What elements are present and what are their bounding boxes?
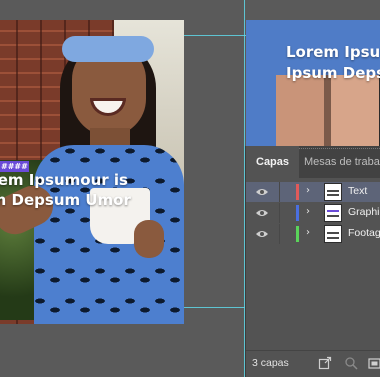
artboard-right[interactable]: Lorem Ipsu Ipsum Deps: [246, 20, 380, 150]
expand-chevron-icon[interactable]: ›: [306, 227, 310, 238]
layer-row-footage[interactable]: › Footag: [246, 224, 380, 244]
visibility-column: [246, 203, 280, 223]
tab-mesas-de-trabajo[interactable]: Mesas de traba: [304, 146, 380, 178]
headline-line-1: orem Ipsumour is: [0, 171, 128, 189]
eye-icon[interactable]: [256, 188, 268, 196]
layers-panel: Capas Mesas de traba › Text › Graphi › F…: [245, 146, 380, 377]
export-icon[interactable]: [318, 356, 332, 370]
eye-icon[interactable]: [256, 230, 268, 238]
artboard-left[interactable]: #### orem Ipsumour is um Depsum Umor: [0, 20, 184, 324]
visibility-column: [246, 182, 280, 202]
layer-thumbnail: [324, 183, 342, 201]
expand-chevron-icon[interactable]: ›: [306, 206, 310, 217]
search-icon[interactable]: [344, 356, 358, 370]
layer-name[interactable]: Footag: [348, 227, 380, 239]
headline-right-line-1: Lorem Ipsu: [286, 43, 380, 61]
layer-color-bar: [296, 205, 299, 221]
legs-photo: [276, 75, 380, 150]
visibility-column: [246, 224, 280, 244]
layer-row-text[interactable]: › Text: [246, 182, 380, 202]
eye-icon[interactable]: [256, 209, 268, 217]
layer-thumbnail: [324, 204, 342, 222]
headline-text-right[interactable]: Lorem Ipsu Ipsum Deps: [286, 42, 380, 84]
layer-color-bar: [296, 226, 299, 242]
headline-right-line-2: Ipsum Deps: [286, 64, 380, 82]
tab-capas[interactable]: Capas: [246, 146, 300, 178]
headline-text[interactable]: orem Ipsumour is um Depsum Umor: [0, 170, 131, 210]
layer-count: 3 capas: [252, 357, 289, 369]
layer-name[interactable]: Graphic: [348, 206, 380, 218]
expand-chevron-icon[interactable]: ›: [306, 185, 310, 196]
hand: [134, 220, 164, 258]
sleep-mask: [62, 36, 154, 62]
headline-line-2: um Depsum Umor: [0, 191, 131, 209]
layer-name[interactable]: Text: [348, 185, 367, 197]
layer-row-graphic[interactable]: › Graphic: [246, 203, 380, 223]
layers-list: › Text › Graphic: [246, 182, 380, 245]
layer-thumbnail: [324, 225, 342, 243]
layer-color-bar: [296, 184, 299, 200]
new-layer-icon[interactable]: [368, 356, 380, 370]
panel-footer: 3 capas: [246, 350, 380, 377]
panel-tabs: Capas Mesas de traba: [246, 146, 380, 178]
